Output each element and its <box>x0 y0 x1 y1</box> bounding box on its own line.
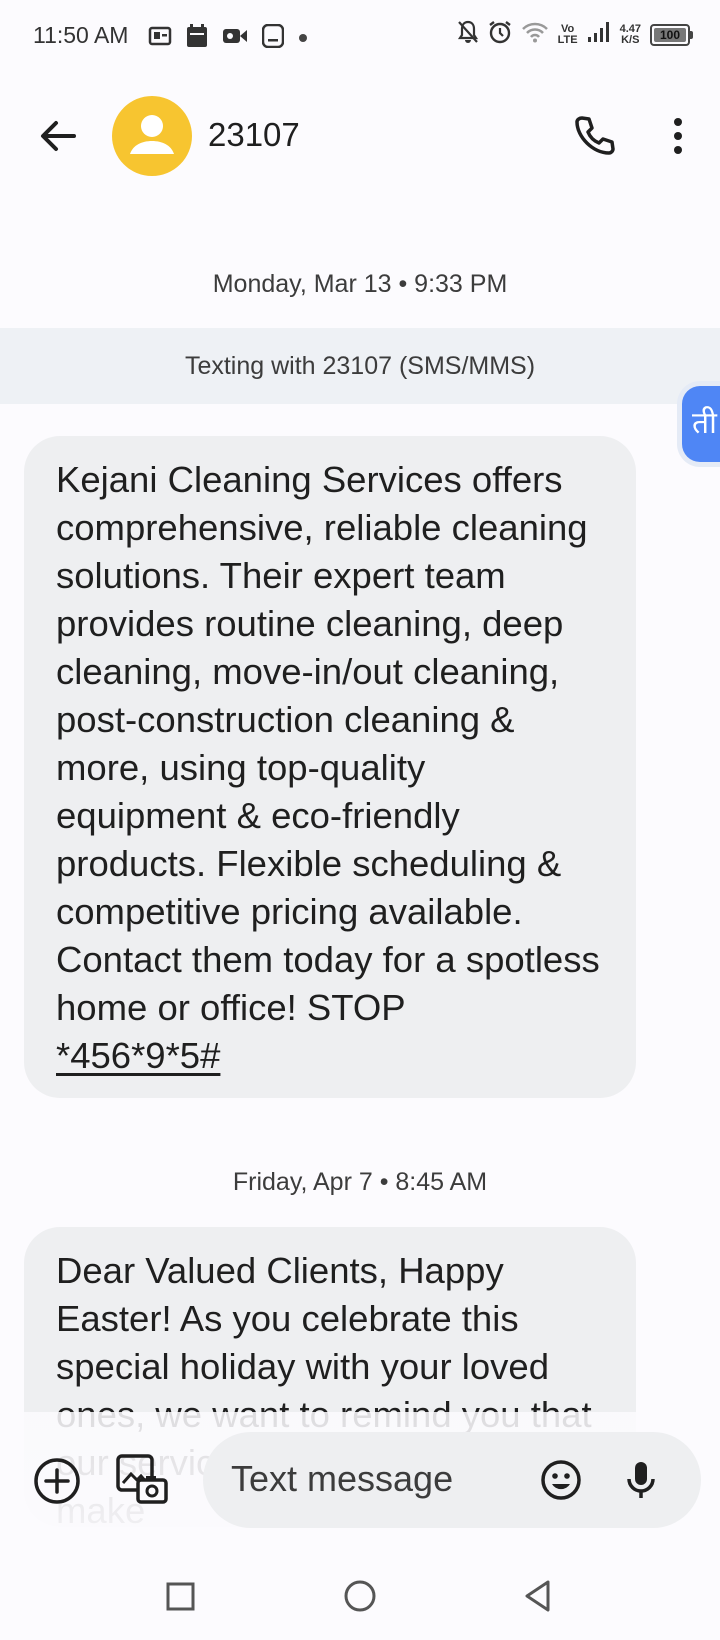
screen-record-icon <box>261 23 285 53</box>
more-options-button[interactable] <box>654 112 702 160</box>
more-vert-icon <box>674 118 682 154</box>
date-separator: Friday, Apr 7 • 8:45 AM <box>232 1168 488 1196</box>
avatar[interactable] <box>112 96 192 176</box>
navigation-bar <box>0 1550 720 1640</box>
wifi-icon <box>521 21 549 48</box>
phone-icon <box>575 116 615 155</box>
status-left-icons <box>148 23 308 53</box>
back-icon <box>525 1580 550 1612</box>
message-bubble[interactable]: Kejani Cleaning Services offers comprehe… <box>24 436 636 1098</box>
emoji-icon <box>541 1460 581 1500</box>
alarm-icon <box>488 20 512 49</box>
emoji-button[interactable] <box>537 1456 585 1504</box>
call-button[interactable] <box>570 112 618 160</box>
add-attachment-button[interactable] <box>32 1456 82 1506</box>
translate-button[interactable]: ती <box>682 386 720 462</box>
volte-bottom: LTE <box>557 33 578 46</box>
texting-banner: Texting with 23107 (SMS/MMS) <box>0 328 720 404</box>
mic-icon <box>627 1462 655 1498</box>
status-bar: 11:50 AM Vo LTE 4.47 K/S 100 <box>0 0 720 72</box>
net-speed-unit: K/S <box>621 33 640 46</box>
signal-icon <box>587 21 611 48</box>
compose-field[interactable]: Text message <box>203 1432 701 1528</box>
message-text: Kejani Cleaning Services offers comprehe… <box>56 459 600 1028</box>
status-right-icons: Vo LTE 4.47 K/S 100 <box>457 20 693 49</box>
battery-level: 100 <box>654 27 686 42</box>
gallery-icon <box>116 1454 168 1504</box>
back-button[interactable] <box>34 112 82 160</box>
home-button[interactable] <box>340 1576 380 1616</box>
ussd-link[interactable]: *456*9*5# <box>56 1035 220 1076</box>
dot-icon <box>298 30 308 48</box>
video-icon <box>222 26 248 51</box>
battery-icon: 100 <box>650 23 693 46</box>
volte-top: Vo <box>560 22 575 35</box>
contact-name[interactable]: 23107 <box>208 116 300 154</box>
recents-button[interactable] <box>160 1576 200 1616</box>
person-icon <box>130 115 174 154</box>
nav-back-button[interactable] <box>518 1576 558 1616</box>
sim-card-icon <box>148 25 172 52</box>
net-speed: 4.47 K/S <box>619 22 641 46</box>
home-icon <box>344 1580 376 1612</box>
arrow-back-icon <box>41 121 76 151</box>
net-speed-value: 4.47 <box>619 22 641 35</box>
volte-icon: Vo LTE <box>557 22 578 46</box>
add-circle-icon <box>34 1458 80 1504</box>
conversation-header: 23107 <box>0 72 720 202</box>
mute-icon <box>457 20 479 49</box>
gallery-button[interactable] <box>114 1452 170 1508</box>
calendar-icon <box>186 24 208 53</box>
status-time: 11:50 AM <box>33 22 129 48</box>
date-separator: Monday, Mar 13 • 9:33 PM <box>212 270 508 298</box>
recents-icon <box>166 1582 195 1611</box>
compose-placeholder[interactable]: Text message <box>231 1458 453 1500</box>
voice-input-button[interactable] <box>617 1456 665 1504</box>
